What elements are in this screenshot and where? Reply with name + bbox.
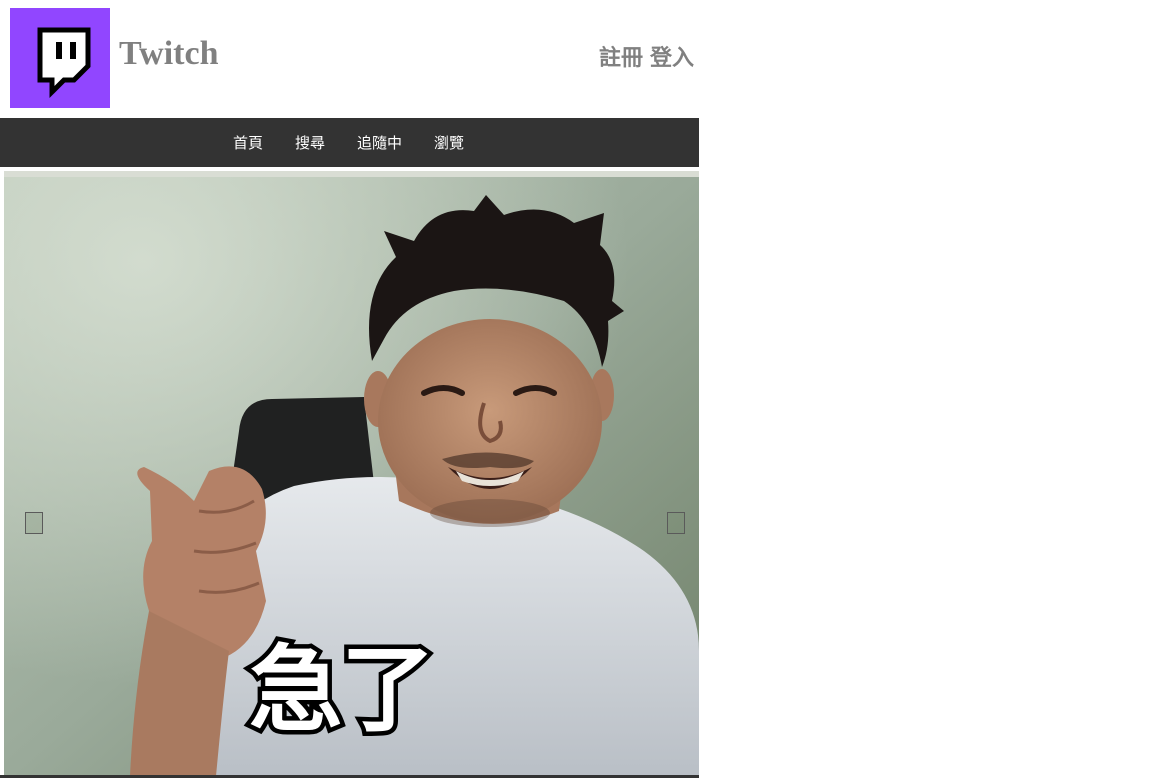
twitch-logo[interactable] xyxy=(10,8,110,108)
slide-caption: 急了 xyxy=(244,632,439,749)
auth-links: 註冊 登入 xyxy=(599,44,694,74)
register-link[interactable]: 註冊 xyxy=(599,46,643,71)
nav-item-search[interactable]: 搜尋 xyxy=(295,132,325,153)
nav-item-browse[interactable]: 瀏覽 xyxy=(434,132,464,153)
twitch-glitch-icon xyxy=(37,27,91,99)
nav-items: 首頁 搜尋 追隨中 瀏覽 xyxy=(233,118,496,167)
brand-title: Twitch xyxy=(119,35,219,72)
page: Twitch 註冊 登入 首頁 搜尋 追隨中 瀏覽 急了 xyxy=(0,0,1152,778)
main-nav: 首頁 搜尋 追隨中 瀏覽 xyxy=(0,118,699,167)
next-slide-icon[interactable] xyxy=(667,512,685,534)
nav-item-home[interactable]: 首頁 xyxy=(233,132,263,153)
nav-item-following[interactable]: 追隨中 xyxy=(357,132,402,153)
slideshow: 急了 xyxy=(0,167,699,778)
site-header: Twitch 註冊 登入 xyxy=(0,0,699,118)
prev-slide-icon[interactable] xyxy=(25,512,43,534)
login-link[interactable]: 登入 xyxy=(650,46,694,71)
